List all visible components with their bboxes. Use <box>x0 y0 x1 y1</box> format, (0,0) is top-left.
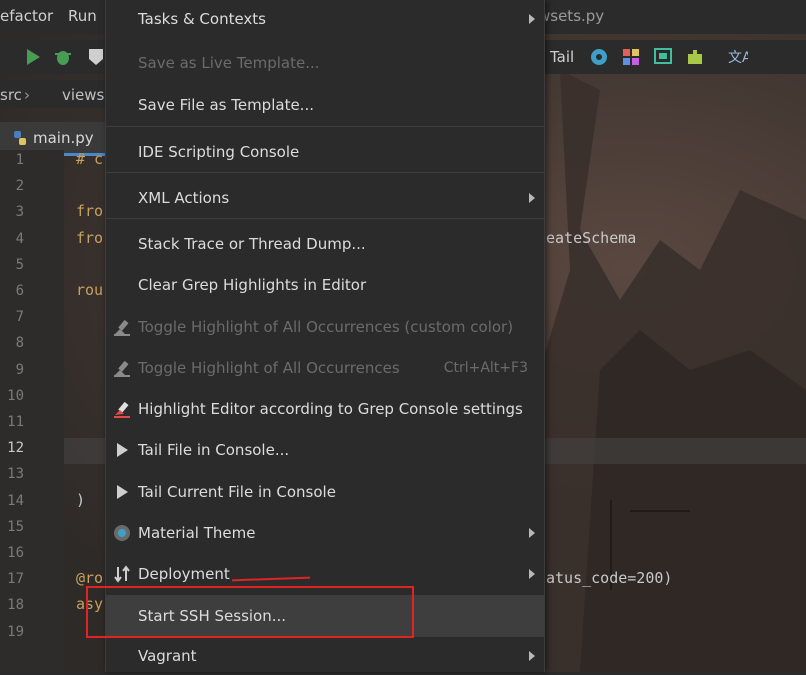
code-fragment: fro <box>76 202 104 221</box>
svg-text:文A: 文A <box>728 50 748 66</box>
window-title: wsets.py <box>538 7 605 25</box>
line-number: 4 <box>15 230 24 247</box>
menu-item-label: Tail Current File in Console <box>138 483 336 501</box>
highlighter-icon <box>114 360 130 377</box>
highlighter-red-icon <box>114 401 130 418</box>
line-number: 11 <box>7 414 24 430</box>
menu-item-tail-file-in-console[interactable]: Tail File in Console... <box>106 430 544 470</box>
submenu-arrow-icon <box>529 528 535 538</box>
line-number: 14 <box>7 492 24 509</box>
line-number: 9 <box>15 361 24 378</box>
play-icon <box>117 443 128 457</box>
line-number: 2 <box>15 178 24 195</box>
annotation-box <box>86 586 414 638</box>
line-number: 12 <box>7 440 24 457</box>
breadcrumb-views[interactable]: views <box>62 86 104 104</box>
menu-item-label: XML Actions <box>138 189 230 207</box>
menu-item-toggle-highlight-of-all-occurrences: Toggle Highlight of All Occurrences Ctrl+… <box>106 348 544 388</box>
menu-item-label: Material Theme <box>138 524 256 542</box>
menu-item-label: Tasks & Contexts <box>138 10 266 28</box>
code-fragment: rou <box>76 281 104 299</box>
line-number: 19 <box>7 623 24 640</box>
structure-icon[interactable] <box>652 46 674 68</box>
submenu-arrow-icon <box>529 569 535 579</box>
line-number: 13 <box>7 466 24 483</box>
material-theme-icon <box>114 525 130 541</box>
menu-item-vagrant[interactable]: Vagrant <box>106 637 544 675</box>
menu-item-label: Clear Grep Highlights in Editor <box>138 276 367 294</box>
menu-item-save-file-as-template[interactable]: Save File as Template... <box>106 85 544 125</box>
tab-label: main.py <box>33 129 94 147</box>
deployment-icon <box>114 565 130 583</box>
line-number: 15 <box>7 518 24 535</box>
menu-item-label: Tail File in Console... <box>138 441 290 459</box>
breadcrumb-src[interactable]: src <box>0 86 22 104</box>
line-number: 6 <box>15 283 24 299</box>
menu-item-shortcut: Ctrl+Alt+F3 <box>443 360 528 376</box>
debug-icon[interactable] <box>52 46 74 68</box>
line-number: 1 <box>15 152 24 168</box>
line-number: 10 <box>7 387 24 404</box>
python-file-icon <box>14 131 26 145</box>
material-icon[interactable] <box>588 46 610 68</box>
menu-item-save-as-live-template: Save as Live Template... <box>106 43 544 83</box>
menu-item-clear-grep-highlights-in-editor[interactable]: Clear Grep Highlights in Editor <box>106 265 544 305</box>
submenu-arrow-icon <box>529 651 535 661</box>
menu-separator <box>106 126 544 127</box>
menu-item-label: Vagrant <box>138 647 197 665</box>
menu-item-label: Stack Trace or Thread Dump... <box>138 235 366 253</box>
menu-item-label: Highlight Editor according to Grep Conso… <box>138 400 523 418</box>
code-fragment: ) <box>76 490 86 509</box>
run-icon[interactable] <box>22 46 44 68</box>
menu-run[interactable]: Run <box>68 7 97 25</box>
code-fragment: # c <box>76 150 104 168</box>
line-gutter <box>0 150 64 672</box>
line-number: 18 <box>7 597 24 614</box>
chevron-right-icon: › <box>24 86 30 104</box>
tail-button[interactable]: Tail <box>550 48 574 66</box>
line-number: 17 <box>7 571 24 588</box>
line-number: 7 <box>15 309 24 326</box>
menu-item-label: Toggle Highlight of All Occurrences <box>138 359 400 377</box>
palette-icon[interactable] <box>620 46 642 68</box>
code-fragment: @ro <box>76 569 104 588</box>
translate-icon[interactable]: 文A <box>726 46 748 68</box>
menu-item-material-theme[interactable]: Material Theme <box>106 513 544 553</box>
code-fragment: atus_code=200) <box>546 569 673 588</box>
line-number: 16 <box>7 545 24 561</box>
code-fragment: eateSchema <box>546 228 637 247</box>
menu-refactor[interactable]: efactor <box>0 7 53 25</box>
menu-separator <box>106 172 544 173</box>
highlighter-icon <box>114 319 130 336</box>
menu-item-toggle-highlight-of-all-occurrences-custom-color: Toggle Highlight of All Occurrences (cus… <box>106 307 544 347</box>
code-fragment: fro <box>76 228 104 247</box>
menu-item-xml-actions[interactable]: XML Actions <box>106 178 544 218</box>
menu-item-ide-scripting-console[interactable]: IDE Scripting Console <box>106 132 544 172</box>
menu-item-label: IDE Scripting Console <box>138 143 300 161</box>
line-number: 8 <box>15 335 24 352</box>
menu-separator <box>106 218 544 219</box>
menu-item-tasks-contexts[interactable]: Tasks & Contexts <box>106 0 544 38</box>
menu-item-tail-current-file-in-console[interactable]: Tail Current File in Console <box>106 472 544 512</box>
line-number: 5 <box>15 256 24 273</box>
tools-dropdown-menu: Tasks & Contexts Save as Live Template...… <box>105 0 545 672</box>
menu-item-label: Deployment <box>138 565 230 583</box>
submenu-arrow-icon <box>529 193 535 203</box>
play-icon <box>117 485 128 499</box>
menu-item-label: Save as Live Template... <box>138 54 320 72</box>
menu-item-label: Toggle Highlight of All Occurrences (cus… <box>138 318 514 336</box>
menu-item-stack-trace-or-thread-dump[interactable]: Stack Trace or Thread Dump... <box>106 224 544 264</box>
line-number: 3 <box>15 204 24 221</box>
breadcrumb: src › views <box>0 80 110 108</box>
menu-item-label: Save File as Template... <box>138 96 314 114</box>
menu-item-highlight-editor-according-to-grep-console-settings[interactable]: Highlight Editor according to Grep Conso… <box>106 389 544 429</box>
submenu-arrow-icon <box>529 14 535 24</box>
plugin-icon[interactable] <box>684 46 706 68</box>
